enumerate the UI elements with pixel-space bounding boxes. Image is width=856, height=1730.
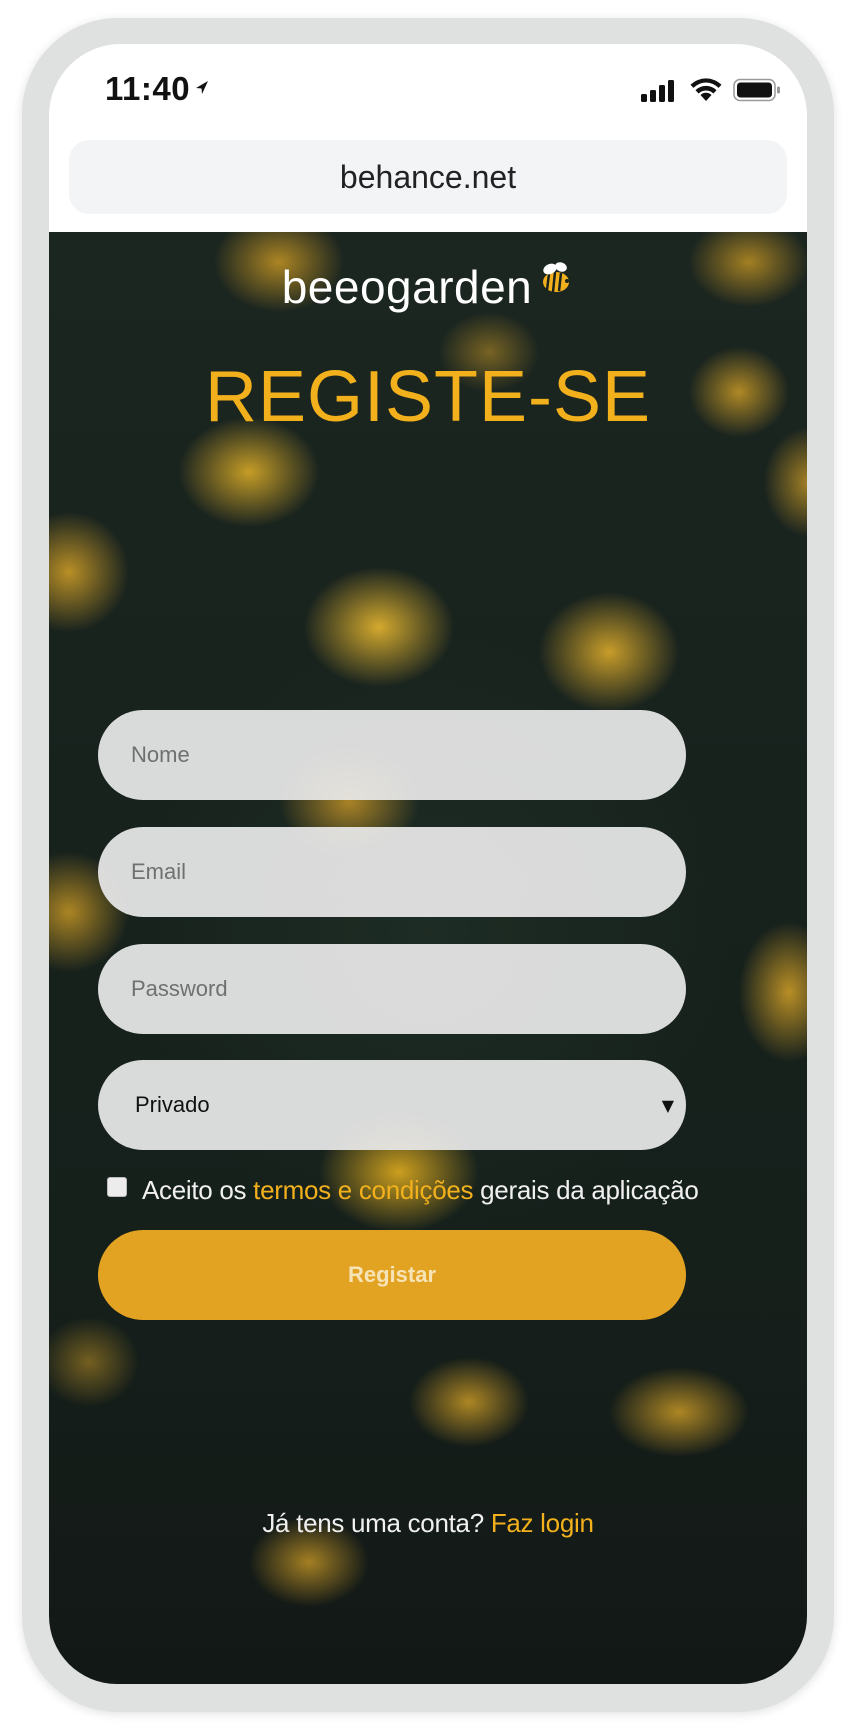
register-button[interactable]: Registar [98, 1230, 686, 1320]
password-field[interactable] [98, 944, 686, 1034]
status-bar: 11:40 [49, 44, 807, 136]
login-prompt: Já tens uma conta? Faz login [49, 1508, 807, 1539]
login-link[interactable]: Faz login [491, 1508, 594, 1538]
bee-icon [534, 258, 574, 302]
chevron-down-icon: ▼ [661, 1095, 674, 1115]
email-field[interactable] [98, 827, 686, 917]
status-time: 11:40 [105, 70, 191, 107]
terms-text: Aceito os termos e condições gerais da a… [142, 1174, 699, 1206]
name-field[interactable] [98, 710, 686, 800]
url-text: behance.net [339, 158, 517, 195]
terms-row: Aceito os termos e condições gerais da a… [107, 1170, 747, 1210]
login-prompt-text: Já tens uma conta? [262, 1508, 491, 1538]
address-bar[interactable]: behance.net [69, 140, 787, 214]
terms-link[interactable]: termos e condições [253, 1175, 473, 1205]
wifi-icon [689, 77, 723, 107]
terms-suffix: gerais da aplicação [473, 1174, 699, 1205]
email-input[interactable] [129, 841, 653, 903]
account-type-select[interactable]: Privado ▼ [98, 1060, 686, 1150]
cellular-signal-icon [641, 79, 677, 107]
page-title: REGISTE-SE [204, 357, 652, 437]
name-input[interactable] [129, 724, 653, 786]
terms-checkbox[interactable] [107, 1177, 127, 1197]
phone-screen: 11:40 behance.net beeogarden REGISTE-SE … [49, 44, 807, 1684]
location-arrow-icon [195, 80, 209, 100]
battery-icon [733, 78, 781, 106]
logo-text: beeogarden [281, 261, 533, 313]
terms-prefix: Aceito os [142, 1174, 254, 1205]
account-type-value: Privado [135, 1092, 210, 1117]
password-input[interactable] [129, 958, 653, 1020]
brand-logo: beeogarden [49, 260, 807, 314]
register-page: beeogarden REGISTE-SE Privado ▼ [49, 232, 807, 1684]
